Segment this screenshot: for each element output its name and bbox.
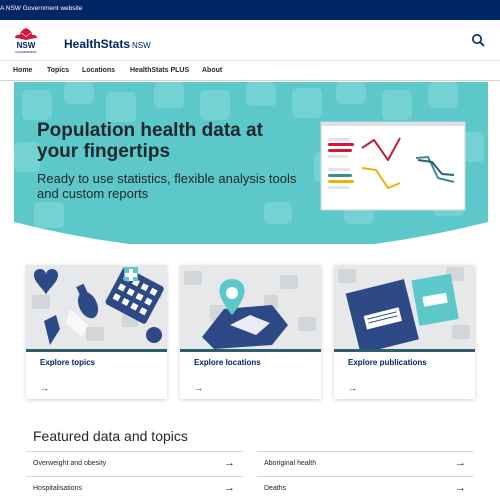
nav-item-locations[interactable]: Locations — [82, 67, 115, 74]
health-topics-illustration — [26, 265, 167, 349]
nav-item-home[interactable]: Home — [13, 67, 32, 74]
hero-title: Population health data at your fingertip… — [37, 120, 263, 162]
arrow-right-icon[interactable]: → — [40, 383, 49, 393]
featured-link-hospitalisations[interactable]: Hospitalisations → — [26, 476, 243, 500]
card-accent-bar — [334, 349, 475, 352]
report-icon — [411, 273, 459, 326]
arrow-right-icon: → — [224, 482, 235, 494]
brand-suffix: NSW — [132, 41, 151, 50]
publications-illustration — [334, 265, 475, 349]
card-accent-bar — [180, 349, 321, 352]
card-accent-bar — [26, 349, 167, 352]
government-banner: A NSW Government website — [0, 0, 500, 20]
explore-topics-card[interactable]: Explore topics → — [26, 265, 167, 399]
arrow-right-icon: → — [455, 457, 466, 469]
explore-publications-card[interactable]: Explore publications → — [334, 265, 475, 399]
featured-link-label: Hospitalisations — [33, 485, 83, 492]
government-banner-text: A NSW Government website — [0, 5, 83, 12]
featured-link-label: Deaths — [264, 485, 287, 492]
logo-subtext: GOVERNMENT — [15, 50, 37, 54]
nav-item-about[interactable]: About — [202, 67, 222, 74]
nav-item-topics[interactable]: Topics — [47, 67, 69, 74]
explore-locations-card[interactable]: Explore locations → — [180, 265, 321, 399]
card-label[interactable]: Explore publications — [348, 358, 427, 367]
featured-link-deaths[interactable]: Deaths → — [257, 476, 474, 500]
arrow-right-icon: → — [224, 457, 235, 469]
nav-item-healthstats-plus[interactable]: HealthStats PLUS — [130, 67, 189, 74]
featured-link-label: Overweight and obesity — [33, 460, 107, 467]
main-navigation: Home Topics Locations HealthStats PLUS A… — [0, 60, 500, 81]
site-brand[interactable]: HealthStats NSW — [64, 37, 151, 51]
hero-background — [14, 82, 488, 244]
site-header: NSW GOVERNMENT HealthStats NSW — [0, 20, 500, 60]
featured-link-aboriginal-health[interactable]: Aboriginal health → — [257, 451, 474, 476]
apple-icon — [146, 327, 162, 343]
nsw-government-logo[interactable]: NSW GOVERNMENT — [12, 26, 40, 56]
map-pin-illustration — [180, 265, 321, 349]
arrow-right-icon[interactable]: → — [348, 383, 357, 393]
chart-illustration — [320, 121, 466, 211]
arrow-right-icon[interactable]: → — [194, 383, 203, 393]
waratah-icon: NSW GOVERNMENT — [15, 28, 37, 54]
hero-subtitle: Ready to use statistics, flexible analys… — [37, 171, 297, 201]
featured-link-label: Aboriginal health — [264, 460, 317, 467]
featured-link-overweight-obesity[interactable]: Overweight and obesity → — [26, 451, 243, 476]
brand-name: HealthStats — [64, 37, 131, 51]
hero-banner: Population health data at your fingertip… — [14, 82, 488, 244]
card-label[interactable]: Explore locations — [194, 358, 261, 367]
logo-text: NSW — [17, 41, 36, 50]
featured-section-title: Featured data and topics — [33, 428, 188, 444]
arrow-right-icon: → — [455, 482, 466, 494]
search-icon — [472, 34, 485, 47]
card-label[interactable]: Explore topics — [40, 358, 95, 367]
search-button[interactable] — [470, 32, 486, 48]
